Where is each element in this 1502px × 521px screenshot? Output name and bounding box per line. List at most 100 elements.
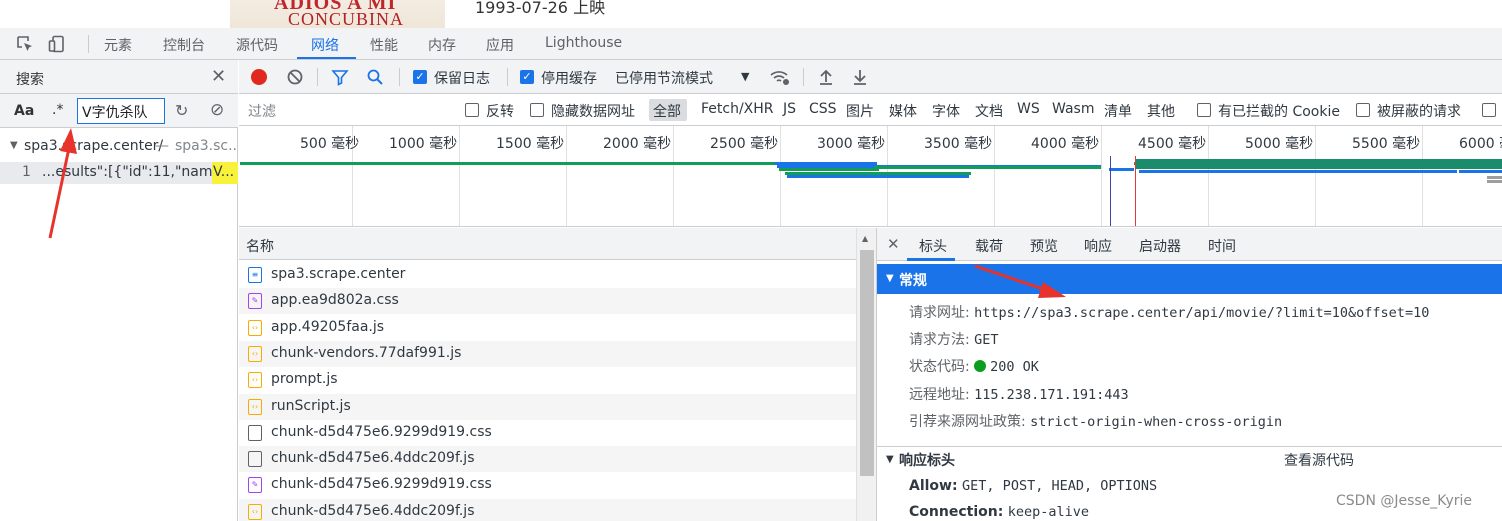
inspect-element-icon[interactable] [16, 35, 34, 53]
timeline-gridline [1315, 126, 1316, 226]
type-filter-font[interactable]: 字体 [932, 101, 960, 121]
filter-icon[interactable] [331, 68, 349, 86]
request-row[interactable]: ‹› chunk-vendors.77daf991.js [239, 340, 856, 367]
timeline-gridline [566, 126, 567, 226]
timeline-label: 2000 毫秒 [603, 136, 672, 152]
request-row[interactable]: chunk-d5d475e6.9299d919.css [239, 420, 856, 446]
response-headers-section-header[interactable]: ▼ 响应标头 查看源代码 [877, 446, 1502, 472]
field-value: 200 OK [990, 359, 1039, 375]
request-row[interactable]: ≡ spa3.scrape.center [239, 262, 856, 288]
request-row[interactable]: ‹› runScript.js [239, 393, 856, 420]
hide-data-urls-checkbox[interactable] [530, 103, 544, 117]
third-party-checkbox[interactable] [1482, 103, 1496, 117]
tab-application[interactable]: 应用 [486, 35, 514, 55]
device-toolbar-icon[interactable] [48, 35, 66, 53]
blocked-cookies-checkbox[interactable] [1197, 103, 1211, 117]
tab-response[interactable]: 响应 [1084, 236, 1112, 256]
request-row[interactable]: ‹› chunk-d5d475e6.4ddc209f.js [239, 498, 856, 521]
request-row[interactable]: ✎ chunk-d5d475e6.9299d919.css [239, 472, 856, 498]
search-toolbar: Aa .* V字仇杀队 ↻ ⊘ [0, 94, 238, 128]
general-section-header[interactable]: ▼ 常规 [877, 264, 1502, 294]
type-filter-other[interactable]: 其他 [1147, 101, 1175, 121]
file-js-icon: ‹› [248, 372, 262, 389]
export-har-icon[interactable] [852, 68, 868, 86]
type-filter-all[interactable]: 全部 [653, 101, 681, 121]
file-js-icon: ‹› [248, 503, 262, 520]
tab-timing[interactable]: 时间 [1208, 236, 1236, 256]
preserve-log-checkbox[interactable]: ✓ [413, 70, 427, 84]
type-filter-manifest[interactable]: 清单 [1104, 101, 1132, 121]
timeline-request-bar [1487, 180, 1502, 183]
tab-preview[interactable]: 预览 [1030, 236, 1058, 256]
throttling-select[interactable]: 已停用节流模式 [615, 68, 713, 88]
import-har-icon[interactable] [818, 68, 834, 86]
close-icon[interactable]: ✕ [211, 66, 226, 87]
invert-label: 反转 [486, 104, 514, 120]
timeline-event-marker [1135, 156, 1136, 226]
timeline-label: 1000 毫秒 [389, 136, 458, 152]
search-result-file[interactable]: ▼ spa3.scrape.center/ — spa3.sc... [0, 138, 238, 158]
field-value: GET, POST, HEAD, OPTIONS [962, 478, 1158, 494]
type-filter-media[interactable]: 媒体 [889, 101, 917, 121]
type-filter-fetch-xhr[interactable]: Fetch/XHR [701, 101, 774, 117]
type-filter-ws[interactable]: WS [1017, 101, 1040, 117]
type-filter-doc[interactable]: 文档 [975, 101, 1003, 121]
tab-sources[interactable]: 源代码 [236, 35, 278, 55]
clear-log-icon[interactable] [287, 69, 303, 85]
timeline-event-marker [1110, 156, 1111, 226]
request-url-row: 请求网址: https://spa3.scrape.center/api/mov… [909, 302, 1429, 322]
poster-subtitle: CONCUBINA [288, 9, 405, 28]
type-filter-wasm[interactable]: Wasm [1052, 101, 1094, 117]
expand-triangle-icon: ▼ [886, 273, 894, 284]
blocked-requests-checkbox[interactable] [1356, 103, 1370, 117]
timeline-gridline [780, 126, 781, 226]
scrollbar-thumb[interactable] [860, 250, 874, 476]
search-panel-title: 搜索 [16, 72, 44, 88]
search-result-line[interactable]: 1 ...esults":[{"id":11,"name":" V... [0, 162, 238, 184]
request-list-scrollbar[interactable]: ▲ [856, 228, 876, 521]
tab-performance[interactable]: 性能 [370, 35, 398, 55]
type-filter-img[interactable]: 图片 [846, 101, 874, 121]
response-header-row: Allow: GET, POST, HEAD, OPTIONS [909, 478, 1157, 494]
result-file-path: spa3.sc... [175, 138, 238, 154]
regex-toggle[interactable]: .* [52, 102, 63, 118]
match-case-toggle[interactable]: Aa [14, 103, 34, 119]
search-icon[interactable] [366, 68, 384, 86]
release-date: 1993-07-26 上映 [475, 0, 606, 17]
search-input[interactable]: V字仇杀队 [77, 98, 165, 124]
request-row[interactable]: chunk-d5d475e6.4ddc209f.js [239, 446, 856, 473]
tab-memory[interactable]: 内存 [428, 35, 456, 55]
type-filter-js[interactable]: JS [783, 101, 796, 117]
request-row[interactable]: ✎ app.ea9d802a.css [239, 288, 856, 315]
filter-input[interactable]: 过滤 [245, 98, 451, 122]
request-row[interactable]: ‹› app.49205faa.js [239, 315, 856, 341]
field-key: 引荐来源网址政策: [909, 414, 1026, 430]
invert-checkbox[interactable] [465, 103, 479, 117]
type-filter-css[interactable]: CSS [809, 101, 837, 117]
view-source-link[interactable]: 查看源代码 [1284, 450, 1354, 470]
scroll-up-icon[interactable]: ▲ [862, 234, 868, 243]
timeline-label: 4000 毫秒 [1031, 136, 1100, 152]
movie-poster: ADIOS A MI CONCUBINA [230, 0, 445, 28]
file-doc-icon: ≡ [248, 267, 262, 283]
disable-cache-checkbox[interactable]: ✓ [520, 70, 534, 84]
timeline-overview[interactable]: 500 毫秒 1000 毫秒 1500 毫秒 2000 毫秒 2500 毫秒 3000 毫… [239, 126, 1502, 227]
tab-lighthouse[interactable]: Lighthouse [545, 35, 622, 51]
tab-headers[interactable]: 标头 [919, 236, 947, 256]
tab-payload[interactable]: 载荷 [975, 236, 1003, 256]
tab-initiator[interactable]: 启动器 [1139, 236, 1181, 256]
record-icon[interactable] [251, 69, 267, 85]
request-row[interactable]: ‹› prompt.js [239, 367, 856, 393]
tab-elements[interactable]: 元素 [104, 35, 132, 55]
column-name-header[interactable]: 名称 [246, 236, 274, 256]
chevron-down-icon[interactable]: ▼ [741, 70, 749, 83]
timeline-gridline [1208, 126, 1209, 226]
refresh-icon[interactable]: ↻ [175, 101, 188, 120]
tab-console[interactable]: 控制台 [163, 35, 205, 55]
details-tab-bar: ✕ 标头 载荷 预览 响应 启动器 时间 [877, 228, 1502, 261]
clear-icon[interactable]: ⊘ [210, 100, 224, 120]
tab-network[interactable]: 网络 [311, 35, 339, 55]
network-conditions-icon[interactable] [769, 68, 791, 86]
field-value: GET [974, 332, 999, 348]
close-icon[interactable]: ✕ [887, 235, 900, 253]
